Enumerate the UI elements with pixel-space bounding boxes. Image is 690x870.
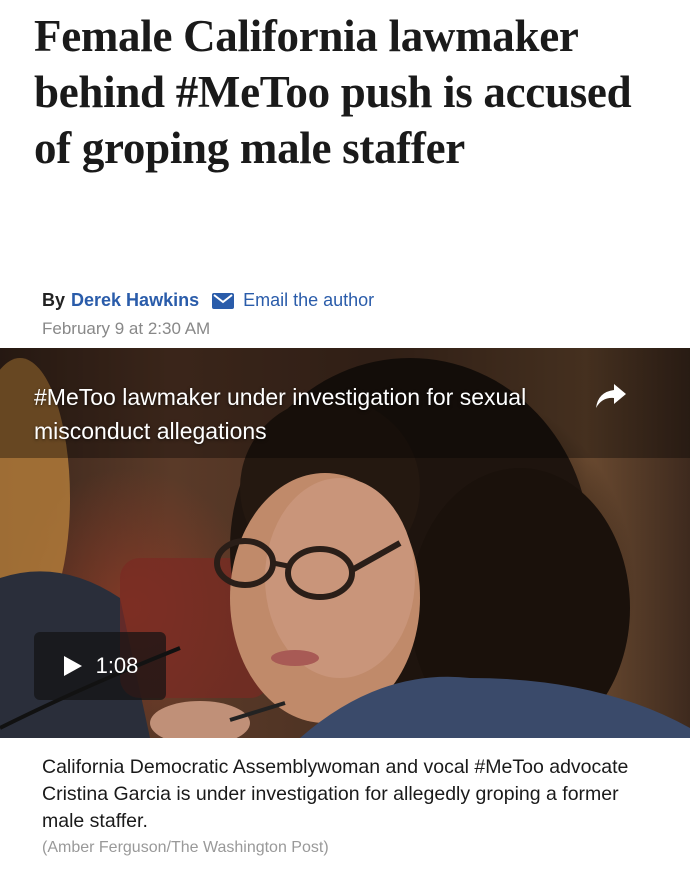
video-player[interactable]: #MeToo lawmaker under investigation for …	[0, 348, 690, 738]
email-author-link[interactable]: Email the author	[243, 290, 374, 311]
byline-prefix: By	[42, 290, 66, 310]
video-title[interactable]: #MeToo lawmaker under investigation for …	[34, 380, 554, 448]
byline: By Derek Hawkins Email the author	[42, 290, 374, 311]
email-icon[interactable]	[211, 292, 235, 310]
share-arrow-icon[interactable]	[594, 382, 628, 410]
photo-caption: California Democratic Assemblywoman and …	[42, 756, 629, 832]
play-icon	[63, 656, 82, 676]
play-button[interactable]: 1:08	[34, 632, 166, 700]
publish-date: February 9 at 2:30 AM	[42, 319, 211, 338]
author-link[interactable]: Derek Hawkins	[71, 290, 199, 311]
photo-credit: (Amber Ferguson/The Washington Post)	[42, 839, 329, 856]
article-headline: Female California lawmaker behind #MeToo…	[34, 11, 632, 173]
video-duration: 1:08	[95, 653, 139, 678]
